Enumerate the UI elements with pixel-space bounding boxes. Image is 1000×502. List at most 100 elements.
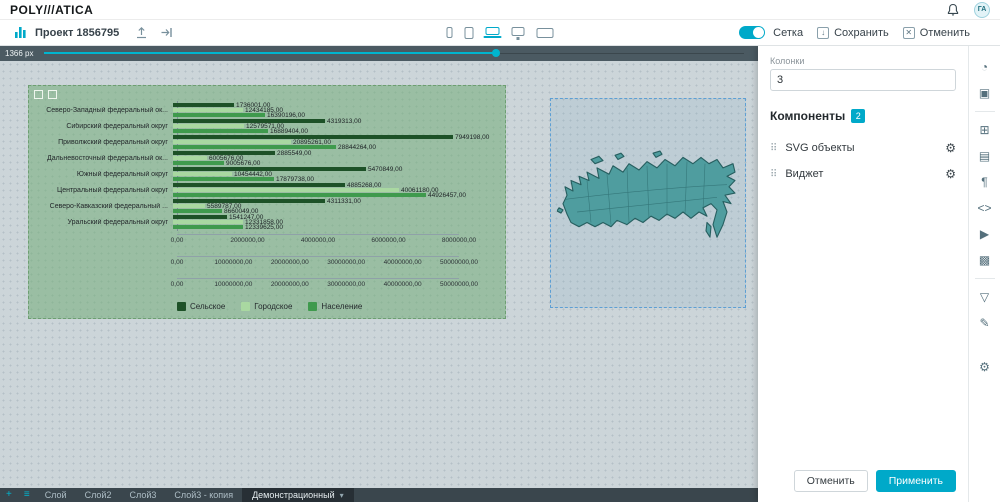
axis-tick-label: 2000000,00 <box>230 237 264 244</box>
widget-settings-panel: Колонки Компоненты 2 ⠿SVG объекты⚙⠿Видже… <box>758 46 968 502</box>
category-label: Северо-Кавказский федеральный ... <box>35 203 173 210</box>
bar <box>173 193 426 197</box>
component-label: SVG объекты <box>785 142 945 154</box>
media-icon[interactable]: ▤ <box>974 145 996 167</box>
legend-swatch <box>241 302 250 311</box>
panel-apply-button[interactable]: Применить <box>876 470 956 492</box>
top-bar: POLY///ATICA ГА <box>0 0 1000 20</box>
layer-tab[interactable]: Слой3 <box>120 488 165 502</box>
container-icon[interactable]: ▣ <box>974 82 996 104</box>
bar-line: 12339625,00 <box>173 225 283 229</box>
value-label: 12339625,00 <box>245 224 283 231</box>
bar-line: 20895261,00 <box>173 140 489 144</box>
grid-toggle[interactable] <box>739 26 765 39</box>
gear-icon[interactable]: ⚙ <box>945 167 956 181</box>
code-icon[interactable]: <> <box>974 197 996 219</box>
component-row[interactable]: ⠿ SVG объекты⚙ <box>770 135 956 161</box>
save-icon: ↓ <box>817 27 829 39</box>
expand-right-icon[interactable] <box>160 26 173 39</box>
filter-icon[interactable]: ▽ <box>974 286 996 308</box>
edit-icon[interactable]: ✎ <box>974 312 996 334</box>
russia-map-widget[interactable] <box>550 98 746 308</box>
widget-frame-icon-2[interactable] <box>48 90 57 99</box>
rail-divider <box>975 278 995 279</box>
cancel-button[interactable]: ✕ Отменить <box>903 27 970 39</box>
save-button[interactable]: ↓ Сохранить <box>817 27 889 39</box>
columns-input[interactable] <box>770 69 956 91</box>
bar <box>173 177 274 181</box>
bar-set: 4311331,005589787,008660049,00 <box>173 199 361 213</box>
panel-cancel-button[interactable]: Отменить <box>794 470 868 492</box>
project-toolbar: Проект 1856795 Сетка ↓ Сохранить ✕ Отмен… <box>0 20 1000 46</box>
chart-axis: 0,0010000000,0020000000,0030000000,00400… <box>177 256 459 269</box>
bar <box>173 204 205 208</box>
upload-icon[interactable] <box>135 26 148 39</box>
widget-frame-icon-1[interactable] <box>34 90 43 99</box>
axis-tick-label: 40000000,00 <box>384 281 422 288</box>
drag-handle-icon[interactable]: ⠿ <box>770 143 777 154</box>
axis-tick-label: 10000000,00 <box>214 259 252 266</box>
bar <box>173 209 222 213</box>
chart-axes: 0,002000000,004000000,006000000,00800000… <box>35 234 501 291</box>
video-icon[interactable]: ▶ <box>974 223 996 245</box>
value-label: 44926457,00 <box>428 192 466 199</box>
component-row[interactable]: ⠿Виджет⚙ <box>770 161 956 187</box>
bar-line: 16390196,00 <box>173 113 305 117</box>
width-slider-fill <box>44 52 494 54</box>
settings-gear-icon[interactable]: ⚙ <box>974 356 996 378</box>
russia-map <box>557 149 741 254</box>
bar <box>173 172 232 176</box>
value-label: 16390196,00 <box>267 112 305 119</box>
legend-swatch <box>308 302 317 311</box>
legend-item[interactable]: Городское <box>241 302 292 311</box>
axis-tick-label: 50000000,00 <box>440 281 478 288</box>
axis-tick-label: 8000000,00 <box>442 237 476 244</box>
layer-tab-active[interactable]: Демонстрационный ▾ <box>242 488 354 502</box>
bar <box>173 108 243 112</box>
layer-tab[interactable]: Слой2 <box>76 488 121 502</box>
category-label: Уральский федеральный округ <box>35 219 173 226</box>
axis-tick-label: 20000000,00 <box>271 259 309 266</box>
add-layer-icon[interactable]: + <box>0 488 18 502</box>
image-icon[interactable]: ▩ <box>974 249 996 271</box>
bar <box>173 199 325 203</box>
notifications-bell-icon[interactable] <box>946 3 960 17</box>
bar-group: Северо-Кавказский федеральный ...4311331… <box>35 198 489 214</box>
legend-item[interactable]: Население <box>308 302 362 311</box>
bar-group: Дальневосточный федеральный ок...2885549… <box>35 150 489 166</box>
user-avatar[interactable]: ГА <box>974 2 990 18</box>
bar <box>173 156 207 160</box>
layer-tab[interactable]: Слой3 - копия <box>165 488 242 502</box>
bar-set: 4885268,0040061180,0044926457,00 <box>173 183 466 197</box>
axis-tick-label: 6000000,00 <box>371 237 405 244</box>
axis-tick-label: 30000000,00 <box>327 281 365 288</box>
bar-line: 1736001,00 <box>173 103 305 107</box>
visualization-icon[interactable]: ◔ <box>974 56 996 78</box>
bar-set: 7949198,0020895261,0028844264,00 <box>173 135 489 149</box>
layer-list-icon[interactable]: ≡ <box>18 488 36 502</box>
width-slider-handle[interactable] <box>492 49 500 57</box>
device-laptop-icon[interactable] <box>486 27 500 35</box>
axis-tick-label: 10000000,00 <box>214 281 252 288</box>
chart-legend: Сельское Городское Население <box>177 302 362 311</box>
device-display-icon[interactable] <box>537 28 554 38</box>
device-tablet-icon[interactable] <box>465 27 474 39</box>
bar <box>173 183 345 187</box>
device-preview-switcher <box>447 20 554 45</box>
drag-handle-icon[interactable]: ⠿ <box>770 169 777 180</box>
text-icon[interactable]: ¶ <box>974 171 996 193</box>
layer-tab[interactable]: Слой <box>36 488 76 502</box>
components-title: Компоненты <box>770 109 845 123</box>
device-smartphone-icon[interactable] <box>447 27 453 38</box>
toolbar-right-controls: Сетка ↓ Сохранить ✕ Отменить <box>739 26 986 39</box>
legend-label: Население <box>321 302 362 311</box>
gear-icon[interactable]: ⚙ <box>945 141 956 155</box>
widgets-icon[interactable]: ⊞ <box>974 119 996 141</box>
category-label: Сибирский федеральный округ <box>35 123 173 130</box>
bar-line: 5589787,00 <box>173 204 361 208</box>
category-label: Приволжский федеральный округ <box>35 139 173 146</box>
legend-item[interactable]: Сельское <box>177 302 225 311</box>
bar <box>173 103 234 107</box>
bar-chart-widget[interactable]: Северо-Западный федеральный ок...1736001… <box>28 85 506 319</box>
device-monitor-icon[interactable] <box>512 27 525 36</box>
